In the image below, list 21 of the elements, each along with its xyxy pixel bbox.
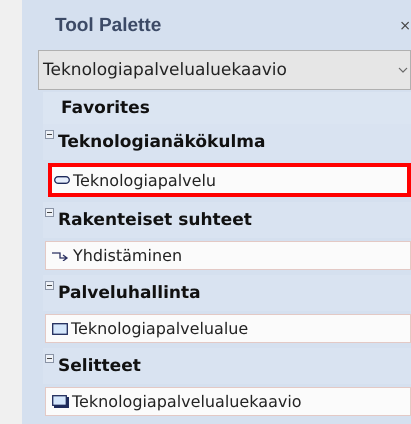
collapse-icon[interactable] [45,281,54,290]
section-header[interactable]: Teknologianäkökulma [43,124,411,160]
rounded-rectangle-icon [54,176,70,184]
chevron-icon [398,66,408,74]
section-header[interactable]: Rakenteiset suhteet [43,202,411,238]
arrow-icon [52,250,70,260]
palette-item[interactable]: Yhdistäminen [45,241,411,270]
favorites-header[interactable]: Favorites [43,92,411,124]
rectangle-icon [52,322,68,334]
close-button[interactable]: × [395,18,411,34]
section-header[interactable]: Palveluhallinta [43,275,411,311]
collapse-icon[interactable] [45,130,54,139]
palette-title: Tool Palette [55,15,162,37]
palette-item[interactable]: Teknologiapalvelualuekaavio [45,387,411,416]
window-icon [52,395,69,408]
palette-item[interactable]: Teknologiapalvelualue [45,314,411,343]
palette-dropdown[interactable]: Teknologiapalvelualuekaavio [38,50,411,90]
collapse-icon[interactable] [45,208,54,217]
collapse-icon[interactable] [45,354,54,363]
palette-item[interactable]: Teknologiapalvelu [48,163,411,197]
section-header[interactable]: Selitteet [43,348,411,384]
